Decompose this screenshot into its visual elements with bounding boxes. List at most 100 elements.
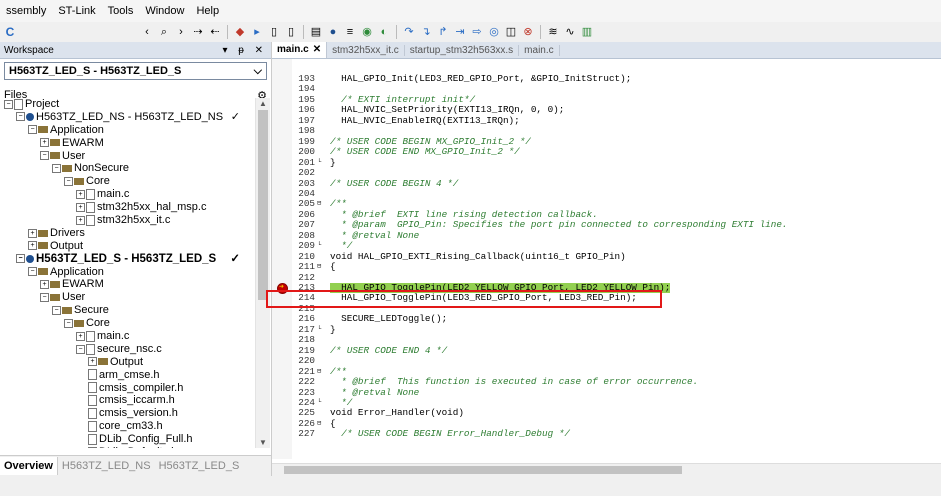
tree-item[interactable]: arm_cmse.h [4, 369, 252, 382]
editor-tab[interactable]: main.c ✕ [272, 42, 328, 58]
menu-item-window[interactable]: Window [139, 5, 190, 17]
tree-item[interactable]: − Core [4, 175, 252, 188]
code-line[interactable]: 204 [272, 188, 941, 199]
run-icon[interactable]: ▸ [250, 25, 264, 39]
expand-icon[interactable]: + [76, 189, 85, 199]
break-icon[interactable]: ◫ [504, 25, 518, 39]
code-line[interactable]: 216 SECURE_LEDToggle(); [272, 313, 941, 324]
scroll-up-icon[interactable]: ▲ [259, 99, 267, 108]
code-line[interactable]: 197 HAL_NVIC_EnableIRQ(EXTI13_IRQn); [272, 115, 941, 126]
menu-item-tools[interactable]: Tools [102, 5, 140, 17]
tree-item[interactable]: − secure_nsc.c [4, 343, 252, 356]
tree-item[interactable]: − NonSecure [4, 162, 252, 175]
collapse-icon[interactable]: − [4, 99, 13, 109]
collapse-icon[interactable]: − [52, 164, 61, 174]
code-line[interactable]: 222 * @brief This function is executed i… [272, 376, 941, 387]
code-line[interactable]: 211 ⊟ { [272, 261, 941, 272]
workspace-tab[interactable]: H563TZ_LED_NS [58, 460, 155, 472]
file-icon[interactable]: ▯ [284, 25, 298, 39]
search-icon[interactable]: ⌕ [157, 25, 171, 39]
collapse-icon[interactable]: − [16, 254, 25, 264]
make-icon[interactable]: ◉ [360, 25, 374, 39]
bookmark-prev-icon[interactable]: ⇠ [208, 25, 222, 39]
tree-item[interactable]: − User [4, 150, 252, 163]
run-to-cursor-icon[interactable]: ⇨ [470, 25, 484, 39]
editor-tab[interactable]: main.c [519, 44, 560, 56]
expand-icon[interactable]: + [76, 202, 85, 212]
code-line[interactable]: 203/* USER CODE BEGIN 4 */ [272, 178, 941, 189]
tree-item[interactable]: + stm32h5xx_hal_msp.c [4, 201, 252, 214]
collapse-icon[interactable]: − [28, 125, 37, 135]
collapse-icon[interactable]: − [28, 267, 37, 277]
expand-icon[interactable]: + [40, 280, 49, 290]
code-line[interactable]: 220 [272, 355, 941, 366]
menu-item-st-link[interactable]: ST-Link [52, 5, 101, 17]
editor-tab[interactable]: startup_stm32h563xx.s [405, 44, 520, 56]
next-stmt-icon[interactable]: ⇥ [453, 25, 467, 39]
debug-icon[interactable]: ◐ [377, 25, 391, 39]
tree-item[interactable]: + Output [4, 356, 252, 369]
tree-item[interactable]: + main.c [4, 330, 252, 343]
compile-icon[interactable]: ▤ [309, 25, 323, 39]
code-line[interactable]: 227 /* USER CODE BEGIN Error_Handler_Deb… [272, 428, 941, 439]
tree-item[interactable]: + EWARM [4, 137, 252, 150]
configuration-select[interactable]: H563TZ_LED_S - H563TZ_LED_S ⌵ [4, 62, 267, 80]
step-out-icon[interactable]: ↱ [436, 25, 450, 39]
step-into-icon[interactable]: ↴ [419, 25, 433, 39]
collapse-icon[interactable]: − [40, 151, 49, 161]
code-line[interactable]: 200/* USER CODE END MX_GPIO_Init_2 */ [272, 146, 941, 157]
fold-collapse-icon[interactable]: ⊟ [317, 419, 325, 429]
stop-icon[interactable]: ◆ [233, 25, 247, 39]
workspace-tab[interactable]: Overview [0, 457, 58, 475]
code-line[interactable]: 193 HAL_GPIO_Init(LED3_RED_GPIO_Port, &G… [272, 73, 941, 84]
collapse-icon[interactable]: − [40, 292, 49, 302]
build-all-icon[interactable]: ≡ [343, 25, 357, 39]
code-line[interactable]: 217 └} [272, 324, 941, 335]
expand-icon[interactable]: + [76, 331, 85, 341]
workspace-scrollbar[interactable]: ▲ ▼ [255, 98, 270, 448]
code-line[interactable]: 225 void Error_Handler(void) [272, 407, 941, 418]
tree-item[interactable]: cmsis_version.h [4, 407, 252, 420]
chevron-left-icon[interactable]: ‹ [140, 25, 154, 39]
tree-item[interactable]: + EWARM [4, 278, 252, 291]
tree-item[interactable]: DLib_Defaults.h [4, 446, 252, 448]
chart-icon[interactable]: ▥ [580, 25, 594, 39]
file-icon[interactable]: ▯ [267, 25, 281, 39]
tree-item[interactable]: − Application [4, 266, 252, 279]
expand-icon[interactable]: + [76, 215, 85, 225]
code-line[interactable]: 210 void HAL_GPIO_EXTI_Rising_Callback(ui… [272, 251, 941, 262]
tree-item[interactable]: core_cm33.h [4, 420, 252, 433]
tree-item[interactable]: + Output [4, 240, 252, 253]
chevron-down-icon[interactable]: ⌵ [254, 65, 262, 78]
code-line[interactable]: 219/* USER CODE END 4 */ [272, 345, 941, 356]
tree-item[interactable]: cmsis_compiler.h [4, 382, 252, 395]
reset-icon[interactable]: ◎ [487, 25, 501, 39]
tree-item[interactable]: + main.c [4, 188, 252, 201]
tree-item[interactable]: − Core [4, 317, 252, 330]
editor-tab[interactable]: stm32h5xx_it.c [327, 44, 405, 56]
swo-icon[interactable]: ∿ [563, 25, 577, 39]
build-icon[interactable]: ● [326, 25, 340, 39]
tree-item[interactable]: − Application [4, 124, 252, 137]
tree-item[interactable]: − H563TZ_LED_NS - H563TZ_LED_NS ✓ [4, 111, 252, 124]
etm-icon[interactable]: ≋ [546, 25, 560, 39]
menu-item-help[interactable]: Help [190, 5, 225, 17]
collapse-icon[interactable]: − [76, 344, 85, 354]
code-line[interactable]: 223 * @retval None [272, 387, 941, 398]
chevron-right-icon[interactable]: › [174, 25, 188, 39]
workspace-controls[interactable]: ▾ ᵽ ✕ [222, 45, 267, 56]
code-line[interactable]: 202 [272, 167, 941, 178]
tree-item[interactable]: cmsis_iccarm.h [4, 394, 252, 407]
editor-hscrollbar[interactable] [272, 463, 941, 476]
workspace-tab[interactable]: H563TZ_LED_S [155, 460, 244, 472]
tree-item[interactable]: − User [4, 291, 252, 304]
bookmark-next-icon[interactable]: ⇢ [191, 25, 205, 39]
scrollbar-thumb[interactable] [258, 110, 268, 300]
menu-item-ssembly[interactable]: ssembly [0, 5, 52, 17]
expand-icon[interactable]: + [40, 138, 49, 148]
stop-debug-icon[interactable]: ⊗ [521, 25, 535, 39]
fold-collapse-icon[interactable]: ⊟ [317, 262, 325, 272]
tree-item[interactable]: + Drivers [4, 227, 252, 240]
expand-icon[interactable]: + [28, 228, 37, 238]
code-line[interactable]: 201 └} [272, 157, 941, 168]
